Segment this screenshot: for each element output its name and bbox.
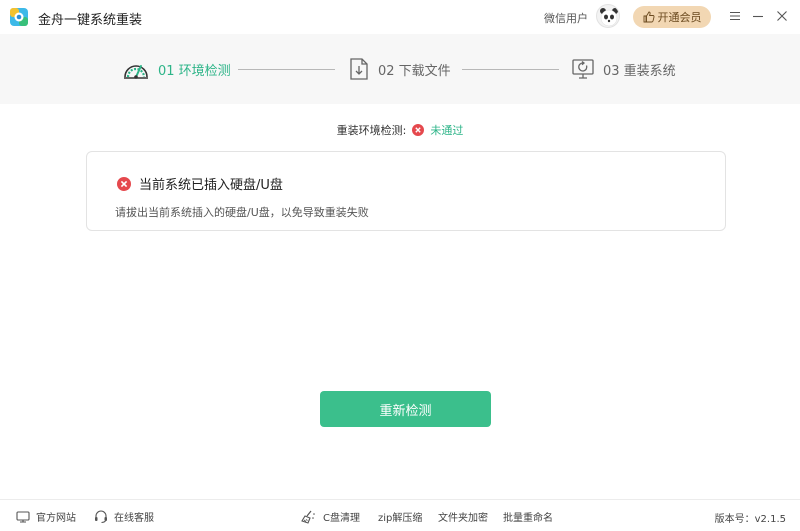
footer-batch-rename-link[interactable]: 批量重命名 [503,509,553,524]
footer-support-label: 在线客服 [114,513,154,524]
title-bar: 金舟一键系统重装 微信用户 开通会员 [0,0,800,34]
footer-batch-rename-label: 批量重命名 [503,513,553,524]
vip-button-label: 开通会员 [657,11,702,24]
user-avatar[interactable] [596,4,620,28]
recheck-button[interactable]: 重新检测 [320,391,491,427]
app-title: 金舟一键系统重装 [38,13,143,28]
step-label: 03 重装系统 [603,63,676,79]
monitor-icon [16,510,30,523]
menu-button[interactable] [727,7,743,25]
step-environment-check: 01 环境检测 [122,57,231,81]
error-icon [412,124,425,136]
result-title: 当前系统已插入硬盘/U盘 [139,178,283,193]
step-reinstall-system: 03 重装系统 [571,57,676,81]
result-description: 请拔出当前系统插入的硬盘/U盘，以免导致重装失败 [115,206,369,219]
close-button[interactable] [774,7,790,25]
panda-avatar-icon [600,8,618,27]
footer-folder-encrypt-label: 文件夹加密 [438,513,488,524]
status-label: 重装环境检测: [336,124,407,137]
step-connector [462,69,559,70]
footer-c-clean-label: C盘清理 [323,513,360,524]
step-label: 01 环境检测 [158,63,231,79]
step-download-files: 02 下载文件 [348,57,451,81]
footer-bar: 官方网站 在线客服 C盘清理 zip解压缩 文件夹加密 批量重命名 版本号：v2… [0,499,800,531]
footer-support-link[interactable]: 在线客服 [94,509,154,524]
broom-icon [301,510,315,524]
footer-website-label: 官方网站 [36,513,76,524]
footer-zip-link[interactable]: zip解压缩 [378,509,422,524]
step-progress-bar: 01 环境检测 02 下载文件 03 重装系统 [0,34,800,104]
close-icon [777,11,787,21]
footer-folder-encrypt-link[interactable]: 文件夹加密 [438,509,488,524]
footer-c-clean-link[interactable]: C盘清理 [301,509,360,524]
footer-zip-label: zip解压缩 [378,513,423,524]
thumbs-up-icon [643,11,654,23]
headset-icon [95,510,107,523]
version-label: 版本号：v2.1.5 [714,514,786,525]
error-icon [117,176,131,191]
environment-status: 重装环境检测: 未通过 [0,122,800,138]
reinstall-icon [572,59,594,79]
step-connector [238,69,335,70]
app-logo-icon [10,8,28,26]
user-name[interactable]: 微信用户 [544,10,588,26]
footer-website-link[interactable]: 官方网站 [16,509,76,524]
gauge-icon [124,65,148,79]
minimize-icon [753,15,763,18]
download-file-icon [350,58,368,80]
check-result-card: 当前系统已插入硬盘/U盘 请拔出当前系统插入的硬盘/U盘，以免导致重装失败 [86,151,726,231]
minimize-button[interactable] [750,7,766,25]
step-label: 02 下载文件 [378,63,451,79]
result-title-row: 当前系统已插入硬盘/U盘 [117,174,283,193]
hamburger-menu-icon [730,11,740,21]
vip-button[interactable]: 开通会员 [633,6,711,28]
status-value: 未通过 [430,124,464,137]
